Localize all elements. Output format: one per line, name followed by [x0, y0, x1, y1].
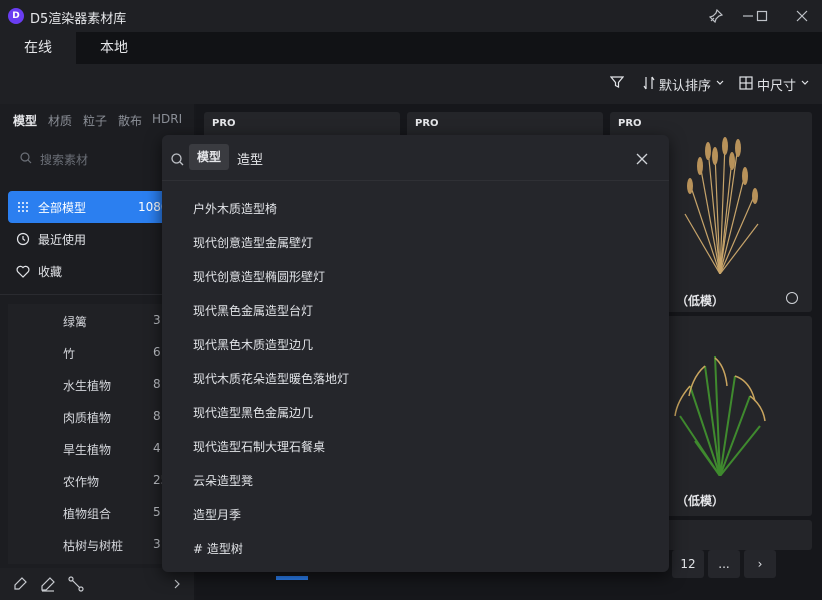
- toolbar: 默认排序 中尺寸: [0, 64, 822, 104]
- suggestion-item[interactable]: 现代创意造型金属壁灯: [193, 234, 313, 254]
- chevron-down-icon: [715, 77, 725, 92]
- suggestion-item[interactable]: 现代造型石制大理石餐桌: [193, 438, 325, 458]
- sort-dropdown[interactable]: 默认排序: [643, 75, 725, 94]
- close-window-icon[interactable]: [792, 6, 812, 26]
- suggestion-item[interactable]: # 造型树: [193, 540, 243, 560]
- sort-icon: [643, 76, 655, 94]
- chevron-right-icon[interactable]: [172, 576, 182, 595]
- category-tab-hdri[interactable]: HDRI: [152, 112, 182, 126]
- grid-size-icon: [739, 75, 753, 94]
- suggestion-item[interactable]: 户外木质造型椅: [193, 200, 277, 220]
- title-bar: D D5渲染器素材库: [0, 0, 822, 32]
- nav-label: 全部模型: [38, 200, 87, 215]
- downloaded-check-icon: [786, 292, 798, 304]
- suggestion-item[interactable]: 现代黑色木质造型边几: [193, 336, 313, 356]
- tab-online[interactable]: 在线: [0, 32, 76, 64]
- suggestion-item[interactable]: 现代木质花朵造型暖色落地灯: [193, 370, 349, 390]
- chevron-down-icon: [800, 77, 810, 92]
- pro-badge: PRO: [212, 118, 236, 129]
- asset-card-label: （低模）: [676, 494, 725, 508]
- suggestion-item[interactable]: 现代黑色金属造型台灯: [193, 302, 313, 322]
- search-placeholder: 搜索素材: [40, 152, 89, 167]
- filter-icon: [609, 75, 625, 93]
- suggestion-item[interactable]: 现代创意造型椭圆形壁灯: [193, 268, 325, 288]
- search-scope-tag[interactable]: 模型: [189, 144, 230, 170]
- search-icon: [20, 151, 32, 167]
- clear-search-icon[interactable]: [636, 150, 648, 169]
- brush-icon[interactable]: [12, 576, 28, 596]
- app-title: D5渲染器素材库: [30, 12, 127, 27]
- pro-badge: PRO: [415, 118, 439, 129]
- category-tab-model[interactable]: 模型: [13, 112, 37, 129]
- nav-label: 收藏: [38, 264, 63, 279]
- grid-icon: [8, 201, 38, 213]
- maximize-icon[interactable]: [752, 6, 772, 26]
- search-suggestions-panel: 模型 造型 户外木质造型椅 现代创意造型金属壁灯 现代创意造型椭圆形壁灯 现代黑…: [162, 135, 669, 572]
- heart-icon: [8, 265, 38, 278]
- page-button-last[interactable]: 12: [672, 550, 704, 578]
- search-input[interactable]: 造型: [237, 149, 263, 168]
- source-tabs: 在线 本地: [0, 32, 822, 64]
- suggestion-item[interactable]: 现代造型黑色金属边几: [193, 404, 313, 424]
- search-bar: 模型 造型: [162, 135, 669, 181]
- search-icon: [171, 151, 184, 170]
- app-window: D D5渲染器素材库 在线 本地 默认排序 中尺寸 模型 材质 粒子 散布 HD…: [0, 0, 822, 600]
- suggestion-item[interactable]: 造型月季: [193, 506, 241, 526]
- category-tab-scatter[interactable]: 散布: [118, 112, 142, 129]
- app-logo: D: [8, 8, 24, 24]
- wheat-thumbnail: [684, 137, 759, 274]
- asset-search-input[interactable]: 搜索素材: [10, 146, 186, 172]
- category-tab-material[interactable]: 材质: [48, 112, 72, 129]
- size-label: 中尺寸: [757, 79, 797, 94]
- asset-card-label: （低模）: [676, 294, 725, 308]
- category-tab-particle[interactable]: 粒子: [83, 112, 107, 129]
- connect-icon[interactable]: [68, 576, 84, 596]
- filter-button[interactable]: [609, 75, 625, 93]
- pagination-current-indicator: [276, 576, 308, 580]
- pin-icon[interactable]: [706, 6, 726, 26]
- next-page-button[interactable]: ›: [744, 550, 776, 578]
- page-ellipsis[interactable]: ...: [708, 550, 740, 578]
- nav-label: 最近使用: [38, 232, 87, 247]
- suggestion-item[interactable]: 云朵造型凳: [193, 472, 253, 492]
- edit-icon[interactable]: [40, 576, 56, 596]
- left-bottom-bar: [0, 568, 194, 600]
- rice-plant-thumbnail: [674, 355, 766, 476]
- size-dropdown[interactable]: 中尺寸: [739, 75, 810, 94]
- sort-label: 默认排序: [659, 79, 712, 94]
- history-icon: [8, 232, 38, 246]
- tab-local[interactable]: 本地: [76, 32, 152, 64]
- pro-badge: PRO: [618, 118, 642, 129]
